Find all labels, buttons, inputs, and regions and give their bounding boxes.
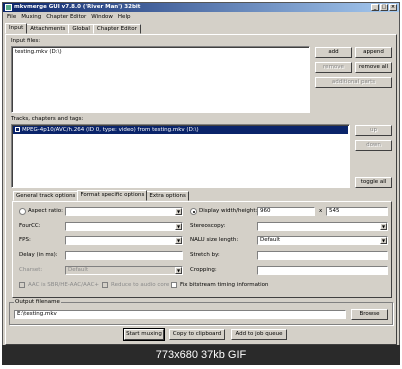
track-label: MPEG-4p10/AVC/h.264 (ID 0, type: video) … [22, 127, 199, 133]
cropping-label: Cropping: [190, 267, 217, 273]
format-options-panel: Aspect ratio: ▼ Display width/height: 96… [12, 201, 392, 298]
aac-label: AAC is SBR/HE-AAC/AAC+ [28, 282, 100, 288]
output-group: Output filename E:\testing.mkv Browse [9, 299, 393, 325]
fps-select[interactable]: ▼ [65, 236, 183, 245]
output-filename-input[interactable]: E:\testing.mkv [14, 310, 346, 319]
tab-format-specific-options[interactable]: Format specific options [77, 190, 148, 201]
x-label: x [319, 208, 323, 214]
input-files-label: Input files: [11, 38, 41, 44]
add-to-job-queue-button[interactable]: Add to job queue [231, 329, 287, 340]
add-button[interactable]: add [315, 47, 352, 58]
image-info-bar: 773x680 37kb GIF [2, 345, 400, 365]
delay-label: Delay (in ms): [19, 252, 58, 258]
tab-general-track-options[interactable]: General track options [13, 191, 79, 201]
track-checkbox[interactable] [15, 127, 20, 132]
title-bar: mkvmerge GUI v7.8.0 ('River Man') 32bit … [3, 3, 399, 12]
input-file-item[interactable]: testing.mkv (D:\) [15, 49, 62, 55]
chevron-down-icon: ▼ [380, 223, 387, 230]
nalu-value: Default [260, 237, 281, 243]
fourcc-label: FourCC: [19, 223, 41, 229]
height-input[interactable]: 545 [326, 207, 388, 216]
fps-label: FPS: [19, 237, 31, 243]
mkvmerge-window: mkvmerge GUI v7.8.0 ('River Man') 32bit … [2, 2, 400, 347]
tracks-list[interactable]: MPEG-4p10/AVC/h.264 (ID 0, type: video) … [11, 124, 350, 188]
charset-select[interactable]: Default ▼ [65, 266, 183, 275]
minimize-button[interactable]: _ [371, 4, 379, 11]
aspect-ratio-label: Aspect ratio: [28, 208, 63, 214]
fix-timing-checkbox[interactable] [171, 282, 177, 288]
menu-muxing[interactable]: Muxing [21, 13, 41, 22]
menu-bar: File Muxing Chapter Editor Window Help [3, 13, 130, 22]
charset-label: Charset: [19, 267, 43, 273]
track-options-tabs: General track options Format specific op… [13, 190, 189, 201]
stereoscopy-label: Stereoscopy: [190, 223, 226, 229]
app-icon [5, 4, 12, 11]
remove-all-button[interactable]: remove all [355, 62, 392, 73]
stereoscopy-select[interactable]: ▼ [257, 222, 388, 231]
menu-window[interactable]: Window [91, 13, 113, 22]
aac-checkbox[interactable] [19, 282, 25, 288]
track-item[interactable]: MPEG-4p10/AVC/h.264 (ID 0, type: video) … [13, 126, 348, 134]
cropping-input[interactable] [257, 266, 388, 275]
chevron-down-icon: ▼ [380, 237, 387, 244]
chevron-down-icon: ▼ [175, 223, 182, 230]
menu-file[interactable]: File [7, 13, 16, 22]
reduce-label: Reduce to audio core [111, 282, 170, 288]
maximize-button[interactable]: □ [380, 4, 388, 11]
aspect-ratio-radio[interactable] [19, 208, 26, 215]
main-tabs: Input Attachments Global Chapter Editor [5, 23, 141, 34]
chevron-down-icon: ▼ [175, 208, 182, 215]
tab-global[interactable]: Global [68, 24, 94, 34]
input-files-list[interactable]: testing.mkv (D:\) [11, 46, 310, 113]
input-panel: Input files: testing.mkv (D:\) add appen… [5, 34, 397, 345]
display-wh-label: Display width/height: [199, 208, 258, 214]
remove-button[interactable]: remove [315, 62, 352, 73]
fourcc-select[interactable]: ▼ [65, 222, 183, 231]
menu-help[interactable]: Help [118, 13, 131, 22]
chevron-down-icon: ▼ [175, 237, 182, 244]
copy-to-clipboard-button[interactable]: Copy to clipboard [169, 329, 225, 340]
reduce-checkbox[interactable] [102, 282, 108, 288]
chevron-down-icon: ▼ [175, 267, 182, 274]
window-title: mkvmerge GUI v7.8.0 ('River Man') 32bit [14, 4, 141, 10]
up-button[interactable]: up [355, 125, 392, 136]
append-button[interactable]: append [355, 47, 392, 58]
tab-input[interactable]: Input [5, 23, 28, 34]
menu-chapter-editor[interactable]: Chapter Editor [46, 13, 86, 22]
stretch-input[interactable] [257, 251, 388, 260]
additional-parts-button[interactable]: additional parts [315, 77, 392, 88]
stretch-label: Stretch by: [190, 252, 220, 258]
start-muxing-button[interactable]: Start muxing [123, 328, 165, 341]
toggle-all-button[interactable]: toggle all [355, 177, 392, 188]
output-label: Output filename [14, 299, 61, 305]
tab-attachments[interactable]: Attachments [26, 24, 70, 34]
fix-timing-label: Fix bitstream timing information [180, 282, 269, 288]
nalu-label: NALU size length: [190, 237, 239, 243]
nalu-select[interactable]: Default ▼ [257, 236, 388, 245]
width-input[interactable]: 960 [257, 207, 315, 216]
aspect-ratio-select[interactable]: ▼ [65, 207, 183, 216]
delay-input[interactable] [65, 251, 183, 260]
tracks-label: Tracks, chapters and tags: [11, 116, 84, 122]
down-button[interactable]: down [355, 140, 392, 151]
browse-button[interactable]: Browse [351, 309, 388, 320]
close-button[interactable]: × [389, 4, 397, 11]
tab-chapter-editor[interactable]: Chapter Editor [92, 24, 141, 34]
tab-extra-options[interactable]: Extra options [146, 191, 189, 201]
display-wh-radio[interactable] [190, 208, 197, 215]
charset-value: Default [68, 267, 89, 273]
